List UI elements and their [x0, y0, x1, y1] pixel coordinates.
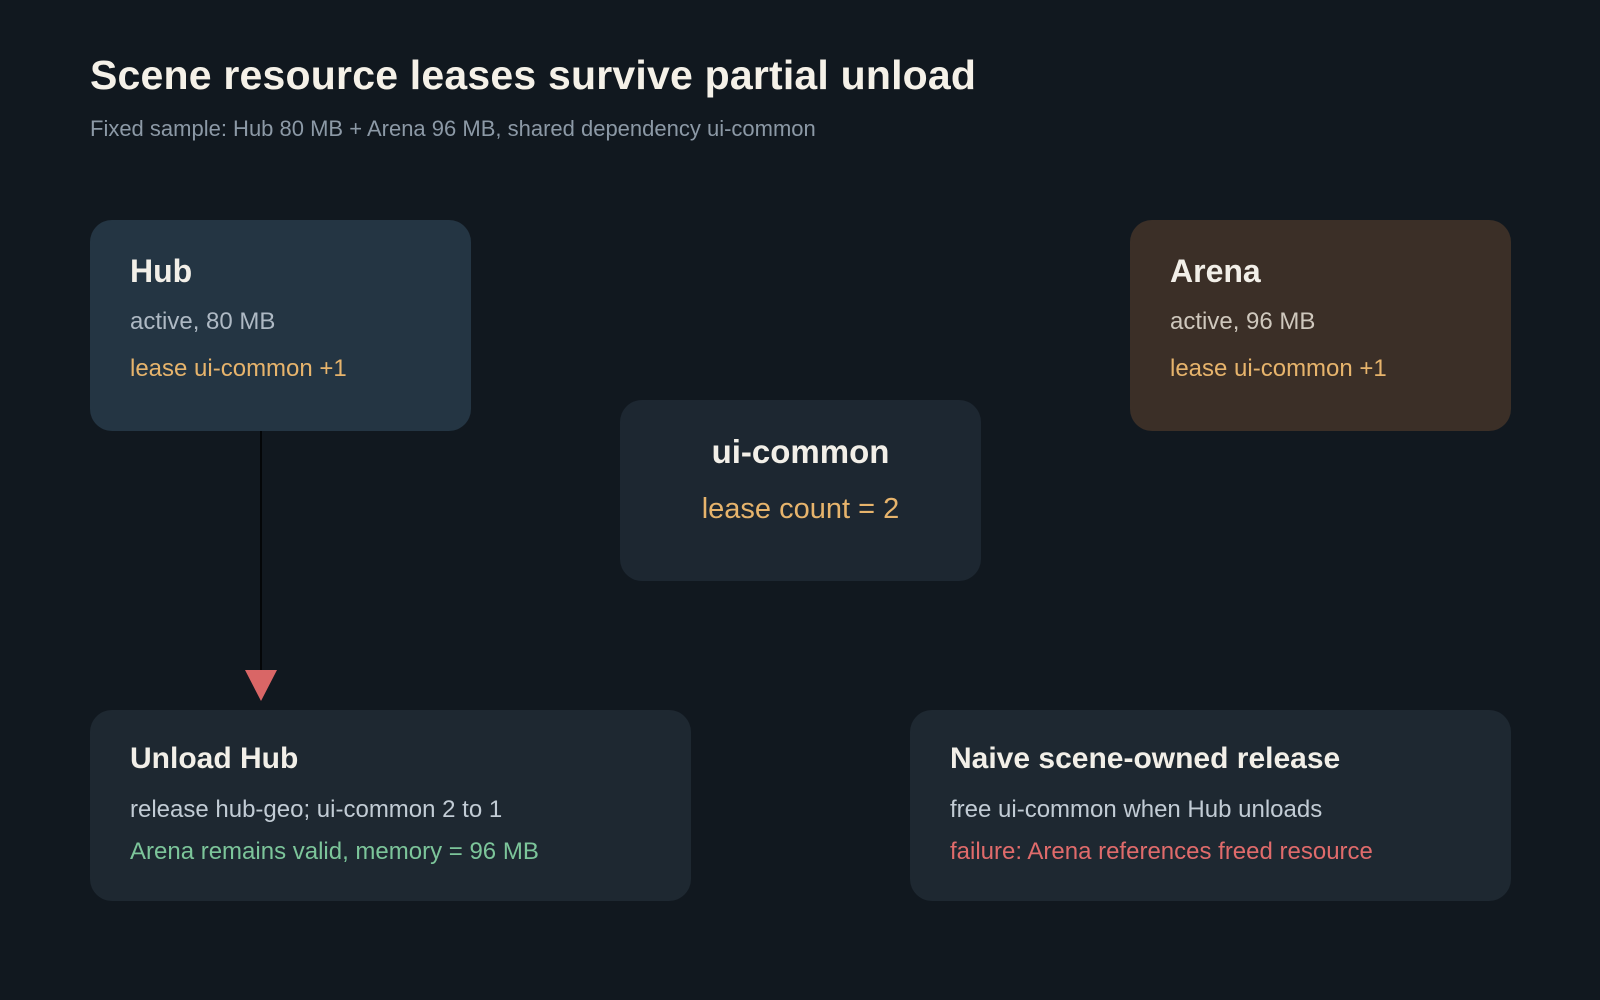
naive-release-outcome: failure: Arena references freed resource	[950, 838, 1373, 866]
naive-release-node: Naive scene-owned release free ui-common…	[910, 710, 1511, 901]
ui-common-lease-count: lease count = 2	[701, 493, 900, 526]
ui-common-title: ui-common	[711, 433, 890, 470]
unload-hub-detail: release hub-geo; ui-common 2 to 1	[130, 796, 503, 823]
page-subtitle: Fixed sample: Hub 80 MB + Arena 96 MB, s…	[90, 116, 816, 141]
unload-hub-title: Unload Hub	[130, 742, 299, 775]
arena-lease: lease ui-common +1	[1170, 354, 1387, 382]
hub-node: Hub active, 80 MB lease ui-common +1	[90, 220, 471, 431]
hub-title: Hub	[130, 253, 193, 289]
hub-lease: lease ui-common +1	[130, 354, 347, 382]
diagram-page: Scene resource leases survive partial un…	[0, 0, 1600, 1000]
page-title: Scene resource leases survive partial un…	[90, 52, 977, 98]
arena-state: active, 96 MB	[1170, 308, 1316, 336]
unload-hub-outcome: Arena remains valid, memory = 96 MB	[130, 838, 539, 866]
unload-hub-node: Unload Hub release hub-geo; ui-common 2 …	[90, 710, 691, 901]
arena-title: Arena	[1170, 253, 1261, 289]
arrow-head	[245, 670, 277, 701]
hub-state: active, 80 MB	[130, 308, 276, 336]
naive-release-detail: free ui-common when Hub unloads	[950, 796, 1323, 823]
naive-release-title: Naive scene-owned release	[950, 742, 1341, 775]
arena-node: Arena active, 96 MB lease ui-common +1	[1130, 220, 1511, 431]
ui-common-node: ui-common lease count = 2	[620, 400, 981, 581]
